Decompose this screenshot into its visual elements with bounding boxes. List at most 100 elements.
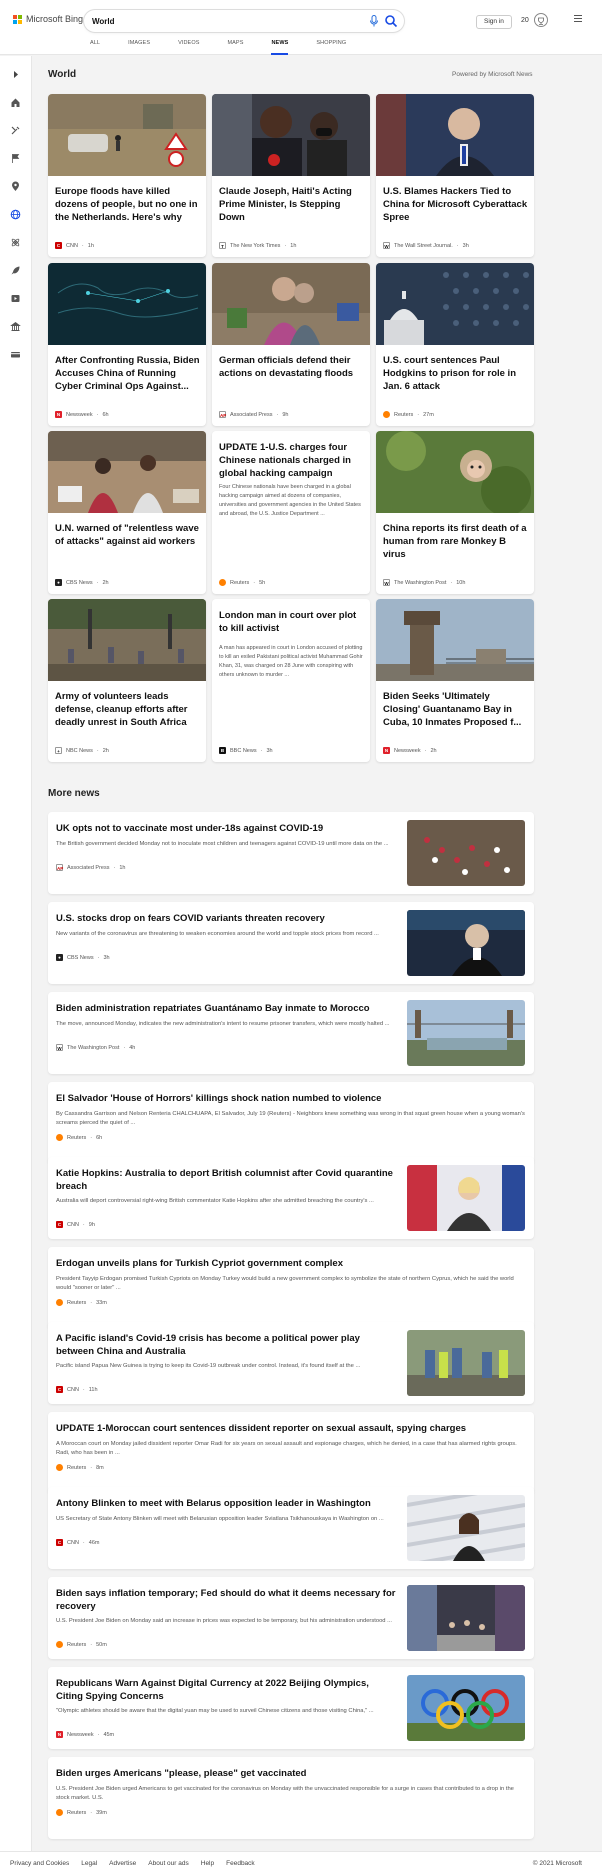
news-headline[interactable]: Republicans Warn Against Digital Currenc…	[56, 1677, 396, 1703]
money-icon[interactable]	[10, 347, 21, 358]
news-card[interactable]: UPDATE 1-U.S. charges four Chinese natio…	[212, 431, 370, 594]
news-thumbnail[interactable]	[407, 1000, 525, 1066]
news-card[interactable]: Europe floods have killed dozens of peop…	[48, 94, 206, 257]
news-list-item[interactable]: UK opts not to vaccinate most under-18s …	[48, 812, 534, 894]
news-headline[interactable]: UPDATE 1-Moroccan court sentences dissid…	[56, 1422, 526, 1435]
search-input[interactable]	[92, 16, 362, 26]
tab-maps[interactable]: MAPS	[227, 40, 243, 55]
wsj-logo-icon: W	[383, 242, 390, 249]
footer-link-about-ads[interactable]: About our ads	[148, 1860, 188, 1867]
card-headline[interactable]: German officials defend their actions on…	[219, 354, 365, 380]
search-icon[interactable]	[384, 14, 398, 28]
news-card[interactable]: China reports its first death of a human…	[376, 431, 534, 594]
wapo-logo-icon: W	[383, 579, 390, 586]
rocket-icon[interactable]	[10, 263, 21, 275]
footer-link-legal[interactable]: Legal	[81, 1860, 97, 1867]
news-card[interactable]: U.S. court sentences Paul Hodgkins to pr…	[376, 263, 534, 426]
powered-by-label[interactable]: Powered by Microsoft News	[452, 71, 533, 78]
rewards-points[interactable]: 20	[521, 17, 529, 24]
card-headline[interactable]: U.S. court sentences Paul Hodgkins to pr…	[383, 354, 529, 393]
reuters-logo-icon	[56, 1809, 63, 1816]
news-list-item[interactable]: Antony Blinken to meet with Belarus oppo…	[48, 1487, 534, 1569]
card-headline[interactable]: After Confronting Russia, Biden Accuses …	[55, 354, 201, 393]
news-headline[interactable]: Biden urges Americans "please, please" g…	[56, 1767, 526, 1780]
microphone-icon[interactable]	[368, 15, 380, 27]
tab-videos[interactable]: VIDEOS	[178, 40, 199, 55]
bing-logo[interactable]: Microsoft Bing	[13, 14, 83, 24]
news-card[interactable]: U.S. Blames Hackers Tied to China for Mi…	[376, 94, 534, 257]
news-snippet: President Tayyip Erdogan promised Turkis…	[56, 1276, 514, 1291]
card-headline[interactable]: U.S. Blames Hackers Tied to China for Mi…	[383, 185, 529, 224]
rewards-icon[interactable]	[534, 13, 548, 27]
news-list-item[interactable]: Biden says inflation temporary; Fed shou…	[48, 1577, 534, 1659]
card-headline[interactable]: Claude Joseph, Haiti's Acting Prime Mini…	[219, 185, 365, 224]
news-headline[interactable]: A Pacific island's Covid-19 crisis has b…	[56, 1332, 396, 1358]
news-list-item[interactable]: Republicans Warn Against Digital Currenc…	[48, 1667, 534, 1749]
news-list-item[interactable]: A Pacific island's Covid-19 crisis has b…	[48, 1322, 534, 1404]
card-headline[interactable]: Biden Seeks 'Ultimately Closing' Guantan…	[383, 690, 529, 729]
sign-in-button[interactable]: Sign in	[476, 15, 512, 29]
home-icon[interactable]	[10, 95, 21, 107]
news-list-item[interactable]: Biden urges Americans "please, please" g…	[48, 1757, 534, 1839]
news-source: ● CBS News · 3h	[56, 954, 110, 961]
news-headline[interactable]: Antony Blinken to meet with Belarus oppo…	[56, 1497, 396, 1510]
news-list-item[interactable]: Katie Hopkins: Australia to deport Briti…	[48, 1157, 534, 1239]
card-headline[interactable]: China reports its first death of a human…	[383, 522, 529, 561]
location-icon[interactable]	[10, 179, 21, 191]
footer-link-privacy[interactable]: Privacy and Cookies	[10, 1860, 69, 1867]
tab-shopping[interactable]: SHOPPING	[316, 40, 346, 55]
news-card[interactable]: U.N. warned of "relentless wave of attac…	[48, 431, 206, 594]
news-card[interactable]: After Confronting Russia, Biden Accuses …	[48, 263, 206, 426]
card-source: ● CBS News · 2h	[55, 579, 109, 586]
tab-news[interactable]: NEWS	[271, 40, 289, 55]
sidebar	[0, 56, 32, 1851]
news-headline[interactable]: Biden administration repatriates Guantán…	[56, 1002, 396, 1015]
news-list-item[interactable]: Erdogan unveils plans for Turkish Cyprio…	[48, 1247, 534, 1329]
news-card[interactable]: Biden Seeks 'Ultimately Closing' Guantan…	[376, 599, 534, 762]
news-thumbnail[interactable]	[407, 1495, 525, 1561]
footer-link-help[interactable]: Help	[201, 1860, 214, 1867]
globe-icon[interactable]	[10, 207, 21, 220]
card-headline[interactable]: London man in court over plot to kill ac…	[219, 609, 365, 635]
news-thumbnail[interactable]	[407, 820, 525, 886]
news-list-item[interactable]: Biden administration repatriates Guantán…	[48, 992, 534, 1074]
news-headline[interactable]: Biden says inflation temporary; Fed shou…	[56, 1587, 396, 1613]
entertainment-icon[interactable]	[10, 291, 21, 302]
nyt-logo-icon: T	[219, 242, 226, 249]
card-headline[interactable]: U.N. warned of "relentless wave of attac…	[55, 522, 201, 548]
news-headline[interactable]: UK opts not to vaccinate most under-18s …	[56, 822, 396, 835]
flag-icon[interactable]	[10, 151, 21, 163]
footer: Privacy and Cookies Legal Advertise Abou…	[0, 1851, 602, 1875]
business-icon[interactable]	[10, 319, 21, 331]
tab-all[interactable]: ALL	[90, 40, 100, 55]
hamburger-menu-icon[interactable]	[574, 15, 582, 23]
cnn-logo-icon: C	[56, 1221, 63, 1228]
news-list-item[interactable]: El Salvador 'House of Horrors' killings …	[48, 1082, 534, 1164]
news-headline[interactable]: El Salvador 'House of Horrors' killings …	[56, 1092, 526, 1105]
footer-link-feedback[interactable]: Feedback	[226, 1860, 255, 1867]
tools-icon[interactable]	[10, 123, 21, 135]
news-list-item[interactable]: UPDATE 1-Moroccan court sentences dissid…	[48, 1412, 534, 1494]
news-thumbnail[interactable]	[407, 1675, 525, 1741]
news-headline[interactable]: Erdogan unveils plans for Turkish Cyprio…	[56, 1257, 526, 1270]
news-headline[interactable]: U.S. stocks drop on fears COVID variants…	[56, 912, 396, 925]
news-card[interactable]: London man in court over plot to kill ac…	[212, 599, 370, 762]
tab-images[interactable]: IMAGES	[128, 40, 150, 55]
news-card[interactable]: German officials defend their actions on…	[212, 263, 370, 426]
news-list-item[interactable]: U.S. stocks drop on fears COVID variants…	[48, 902, 534, 984]
news-thumbnail[interactable]	[407, 1585, 525, 1651]
card-headline[interactable]: UPDATE 1-U.S. charges four Chinese natio…	[219, 441, 365, 480]
card-source: N Newsweek · 6h	[55, 411, 109, 418]
newsweek-logo-icon: N	[56, 1731, 63, 1738]
news-card[interactable]: Army of volunteers leads defense, cleanu…	[48, 599, 206, 762]
news-headline[interactable]: Katie Hopkins: Australia to deport Briti…	[56, 1167, 396, 1193]
news-card[interactable]: Claude Joseph, Haiti's Acting Prime Mini…	[212, 94, 370, 257]
news-thumbnail[interactable]	[407, 910, 525, 976]
footer-link-advertise[interactable]: Advertise	[109, 1860, 136, 1867]
news-thumbnail[interactable]	[407, 1330, 525, 1396]
card-headline[interactable]: Europe floods have killed dozens of peop…	[55, 185, 201, 224]
chevron-right-icon[interactable]	[10, 67, 21, 78]
science-icon[interactable]	[10, 235, 21, 247]
news-thumbnail[interactable]	[407, 1165, 525, 1231]
card-headline[interactable]: Army of volunteers leads defense, cleanu…	[55, 690, 201, 729]
